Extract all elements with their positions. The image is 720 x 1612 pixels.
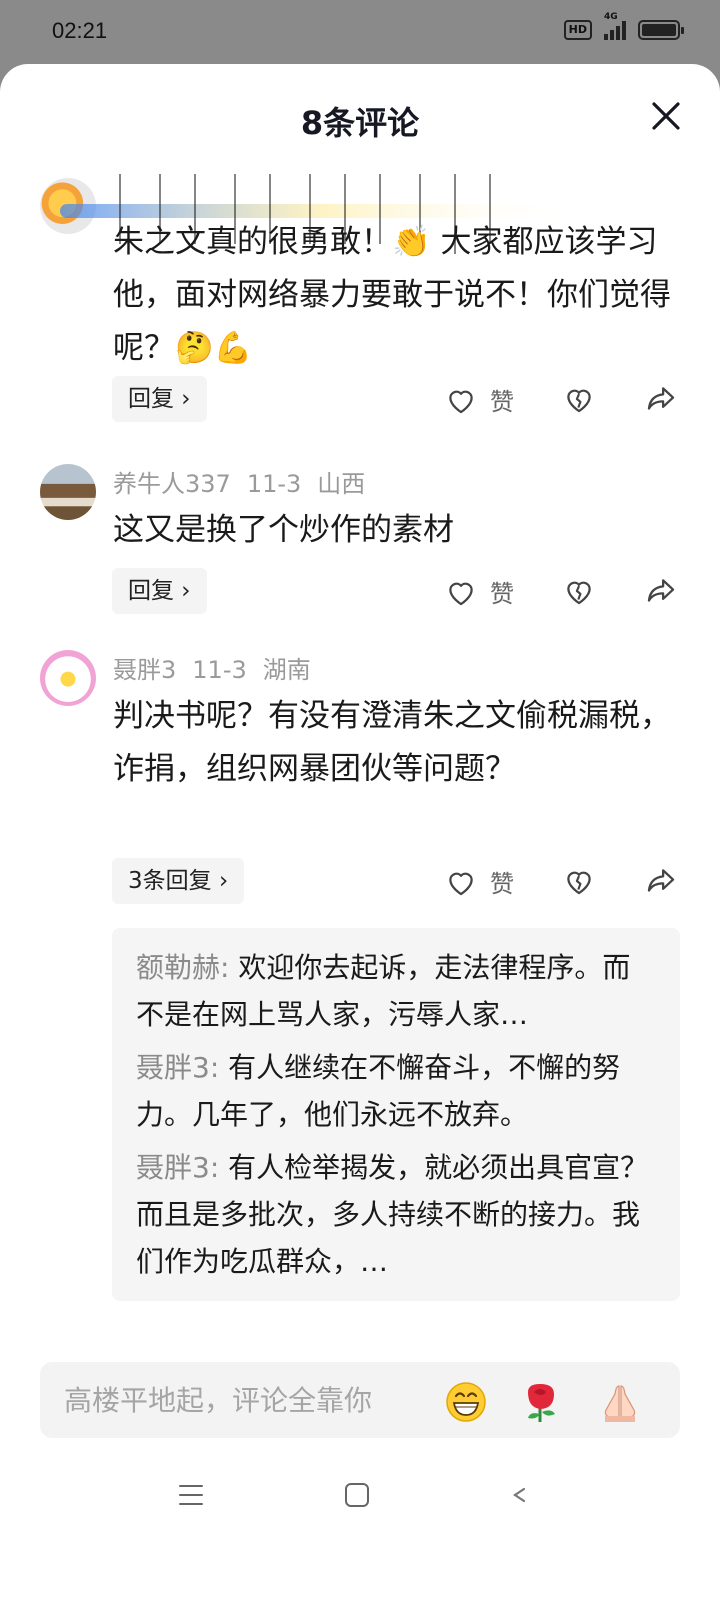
comment-text: 朱之文真的很勇敢！👏 大家都应该学习他，面对网络暴力要敢于说不！你们觉得呢？🤔💪 [113,224,671,366]
like-button[interactable]: 赞 [444,864,514,899]
reply-item[interactable]: 聂胖3: 有人继续在不懈奋斗，不懈的努力。几年了，他们永远不放弃。 [136,1044,656,1138]
menu-icon[interactable] [176,1480,206,1510]
comment-date: 11-3 [192,656,247,684]
status-bar: 02:21 HD 4G [0,0,720,64]
comment-count-title: 8条评论 [300,104,420,142]
comment-actions: 回复 › 赞 [0,568,720,614]
comment-text: 这又是换了个炒作的素材 [113,512,454,548]
avatar[interactable] [40,464,96,520]
broken-heart-icon[interactable] [562,864,596,898]
heart-icon [449,872,473,895]
comment-actions: 3条回复 › 赞 [0,858,720,904]
broken-heart-icon[interactable] [562,382,596,416]
heart-icon [449,390,473,413]
comment-sheet: 8条评论 朱之文真的很勇敢！👏 大家都应该学习他，面对网络暴力要敢于说不！你们觉… [0,64,720,1612]
grinning-emoji-icon[interactable] [444,1380,488,1424]
comment-date: 11-3 [246,470,302,498]
reply-item[interactable]: 聂胖3: 有人检举揭发，就必须出具官宣？而且是多批次，多人持续不断的接力。我们作… [136,1144,656,1285]
share-icon[interactable] [644,574,678,608]
like-label: 赞 [490,580,514,608]
comment-text: 判决书呢？有没有澄清朱之文偷税漏税，诈捐，组织网暴团伙等问题？ [113,698,671,787]
comment-region: 山西 [317,470,366,498]
reply-button[interactable]: 回复 › [112,568,207,614]
avatar[interactable] [40,650,96,706]
comment-author[interactable]: 养牛人337 [113,470,231,498]
heart-icon [449,582,473,605]
share-icon[interactable] [644,864,678,898]
broken-heart-icon[interactable] [562,574,596,608]
sheet-header: 8条评论 [0,64,720,174]
reply-preview-box[interactable]: 额勒赫: 欢迎你去起诉，走法律程序。而不是在网上骂人家，污辱人家… 聂胖3: 有… [112,928,680,1301]
close-icon[interactable] [648,98,684,134]
navigation-bar [0,1460,720,1548]
rose-emoji-icon[interactable] [520,1380,564,1424]
back-gesture-icon[interactable] [506,1480,656,1510]
comment-input-bar [40,1362,680,1438]
reply-button[interactable]: 回复 › [112,376,207,422]
comment-item: 朱之文真的很勇敢！👏 大家都应该学习他，面对网络暴力要敢于说不！你们觉得呢？🤔💪… [0,174,720,434]
folded-hands-emoji-icon[interactable] [598,1380,642,1424]
comment-input[interactable] [64,1362,434,1438]
view-replies-button[interactable]: 3条回复 › [112,858,245,904]
hd-icon: HD [563,20,592,40]
comment-item: 养牛人337 11-3 山西 这又是换了个炒作的素材 回复 › 赞 [0,460,720,620]
battery-icon [638,20,684,40]
home-icon[interactable] [342,1480,372,1510]
share-icon[interactable] [644,382,678,416]
like-button[interactable]: 赞 [444,574,514,609]
like-button[interactable]: 赞 [444,382,514,417]
comment-meta: 养牛人337 11-3 山西 [113,464,381,499]
network-type: 4G [604,12,618,22]
comment-author[interactable]: 聂胖3 [113,656,176,684]
status-time: 02:21 [52,18,108,43]
reply-author[interactable]: 额勒赫: [136,951,229,984]
comment-region: 湖南 [262,656,311,684]
comment-list[interactable]: 朱之文真的很勇敢！👏 大家都应该学习他，面对网络暴力要敢于说不！你们觉得呢？🤔💪… [0,174,720,1424]
comment-item: 聂胖3 11-3 湖南 判决书呢？有没有澄清朱之文偷税漏税，诈捐，组织网暴团伙等问题… [0,646,720,1406]
comment-meta: 聂胖3 11-3 湖南 [113,650,327,685]
status-icons: HD 4G [563,12,684,40]
comment-actions: 回复 › 赞 [0,376,720,422]
like-label: 赞 [490,388,514,416]
reply-author[interactable]: 聂胖3: [136,1051,219,1084]
signal-icon: 4G [604,12,626,40]
reply-author[interactable]: 聂胖3: [136,1151,219,1184]
like-label: 赞 [490,870,514,898]
reply-item[interactable]: 额勒赫: 欢迎你去起诉，走法律程序。而不是在网上骂人家，污辱人家… [136,944,656,1038]
